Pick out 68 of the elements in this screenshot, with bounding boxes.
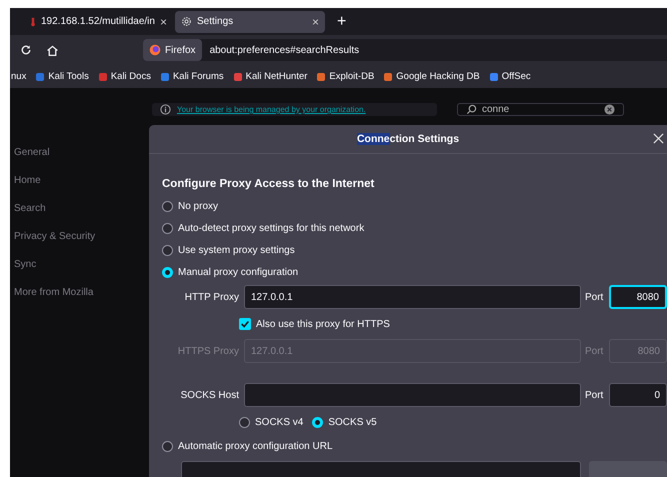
bookmark-link[interactable]: Exploit-DB [316, 71, 374, 82]
bookmark-icon [488, 72, 499, 82]
sidebar-item[interactable]: More from Mozilla [14, 287, 149, 298]
port-label: Port [584, 346, 604, 356]
bookmark-icon [232, 72, 243, 82]
radio-button[interactable] [162, 222, 173, 234]
checkbox[interactable] [239, 318, 251, 330]
bookmark-icon [383, 72, 394, 82]
bookmark-icon [316, 72, 326, 82]
new-tab-button[interactable]: + [337, 12, 346, 30]
radio-label[interactable]: Use system proxy settings [178, 244, 295, 256]
field-label: HTTPS Proxy [176, 346, 240, 356]
radio-button[interactable] [162, 440, 173, 452]
bookmark-icon [160, 72, 170, 82]
radio-button[interactable] [162, 200, 173, 212]
section-heading: Configure Proxy Access to the Internet [162, 178, 376, 190]
close-tab-button[interactable]: × [312, 14, 319, 28]
bookmark-link[interactable]: Kali Forums [160, 71, 224, 82]
sidebar-item[interactable]: Privacy & Security [14, 231, 149, 242]
radio-label[interactable]: No proxy [178, 200, 218, 212]
bookmark-link[interactable]: Google Hacking DB [383, 71, 480, 82]
info-icon [160, 104, 171, 115]
port-field[interactable]: 0 [609, 383, 667, 407]
host-field[interactable] [244, 383, 581, 407]
gear-icon [181, 16, 192, 27]
bookmark-link[interactable]: nux [11, 71, 26, 82]
bookmark-link[interactable]: Kali Docs [98, 71, 151, 82]
policy-link[interactable]: Your browser is being managed by your organization. [177, 105, 366, 114]
close-tab-button[interactable]: × [160, 14, 167, 28]
bookmark-link[interactable]: Kali Tools [35, 71, 89, 82]
bookmark-icon [35, 72, 46, 82]
field-label: HTTP Proxy [184, 292, 240, 302]
bookmark-icon [98, 72, 108, 82]
reload-icon[interactable] [20, 44, 32, 56]
sidebar-item[interactable]: General [14, 147, 149, 158]
sidebar-item[interactable]: Sync [14, 259, 149, 270]
radio-label[interactable]: SOCKS v5 [328, 416, 377, 428]
url-text: about:preferences#searchResults [210, 44, 360, 56]
bookmark-link[interactable]: OffSec [488, 71, 531, 82]
fox-logo-icon [149, 44, 161, 56]
dialog-title: Connection Settings [356, 133, 460, 145]
close-icon[interactable] [653, 133, 664, 144]
radio-button[interactable] [239, 416, 250, 428]
radio-label[interactable]: Automatic proxy configuration URL [178, 440, 333, 452]
home-icon[interactable] [46, 44, 59, 56]
browser-tab[interactable]: 192.168.1.52/mutillidae/in × [24, 10, 171, 32]
port-label: Port [584, 390, 604, 400]
radio-label[interactable]: SOCKS v4 [255, 416, 304, 428]
checkbox-label[interactable]: Also use this proxy for HTTPS [256, 318, 390, 330]
host-field[interactable]: 127.0.0.1 [244, 285, 581, 309]
sidebar-item[interactable]: Home [14, 175, 149, 186]
thermometer-icon [30, 16, 36, 28]
search-field[interactable]: conne [457, 103, 624, 116]
clear-icon[interactable] [604, 104, 615, 115]
port-field[interactable]: 8080 [609, 285, 667, 309]
radio-label[interactable]: Manual proxy configuration [178, 266, 298, 278]
bookmark-link[interactable]: Kali NetHunter [232, 71, 308, 82]
browser-badge[interactable]: Firefox [143, 39, 202, 61]
radio-label[interactable]: Auto-detect proxy settings for this network [178, 222, 364, 234]
radio-button[interactable] [162, 266, 173, 278]
browser-tab[interactable]: Settings × [175, 10, 325, 32]
port-label: Port [584, 292, 604, 302]
sidebar-item[interactable]: Search [14, 203, 149, 214]
radio-button[interactable] [162, 244, 173, 256]
radio-button[interactable] [312, 416, 324, 428]
field-label: SOCKS Host [180, 390, 240, 400]
address-bar[interactable]: Firefox about:preferences#searchResults [143, 39, 667, 61]
search-icon [466, 104, 477, 115]
